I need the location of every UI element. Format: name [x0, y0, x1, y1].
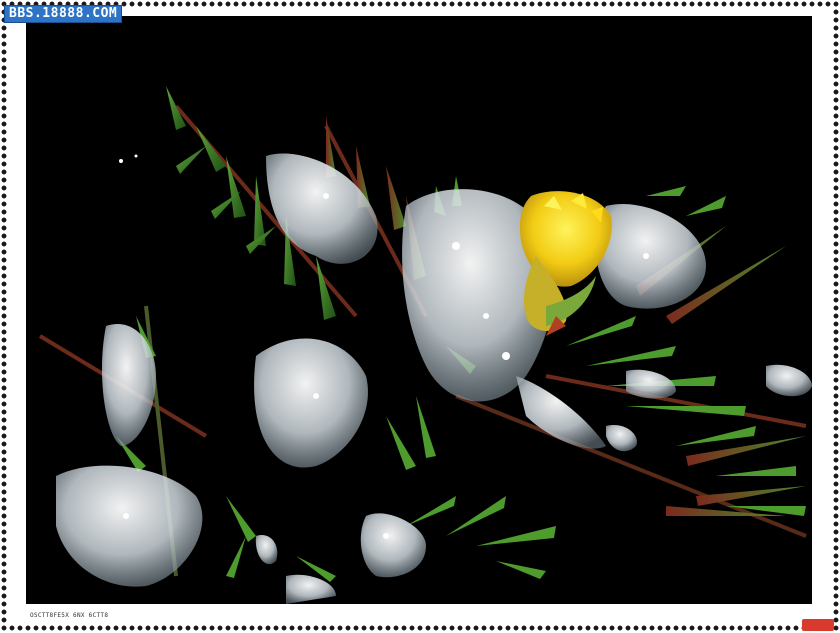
photo-illustration — [26, 16, 812, 604]
photo — [26, 16, 812, 604]
corner-logo — [802, 619, 834, 631]
site-watermark: BBS.18888.COM — [4, 5, 123, 23]
camera-caption: OSCTT8FE5X 6NX 6CTT8 — [30, 612, 109, 619]
